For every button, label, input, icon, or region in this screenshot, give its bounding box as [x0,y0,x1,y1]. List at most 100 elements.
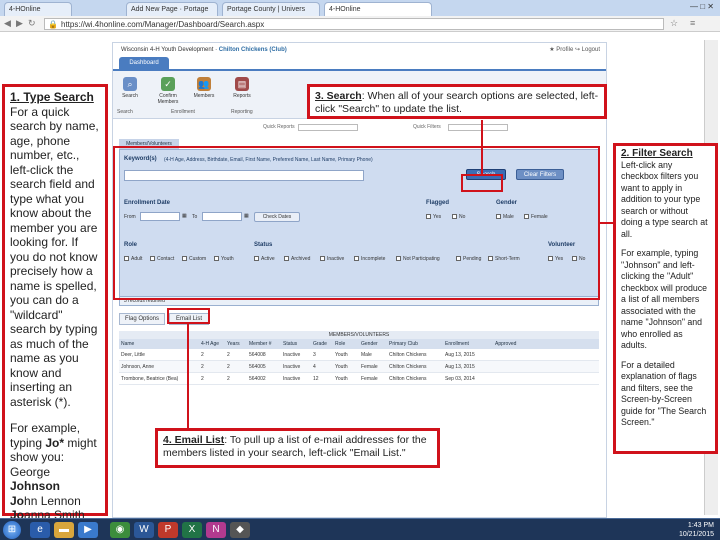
dashboard-tab[interactable]: Dashboard [119,57,169,69]
table-cell: 564008 [249,352,266,358]
chrome-icon[interactable]: ◉ [110,522,130,538]
table-cell: Inactive [283,364,301,370]
table-column-header[interactable]: Grade [311,339,333,349]
window-controls[interactable]: — □ ✕ [684,0,720,14]
table-column-header[interactable]: Role [333,339,359,349]
table-row[interactable]: Deer, Little 2 2 564008 Inactive 3 Youth Male Ch… [119,349,599,361]
confirm-icon: ✓ [161,77,175,91]
table-column-header[interactable]: Status [281,339,311,349]
table-cell: Youth [335,364,348,370]
table-cell: 2 [201,376,204,382]
table-column-header[interactable]: Years [225,339,247,349]
callout-text: For example, typing "Johnson" and left-c… [621,248,708,350]
browser-tab[interactable]: 4-HOnline [4,2,72,16]
example-name: George Johnson [10,464,60,494]
table-cell: Chilton Chickens [389,352,427,358]
callout-text: For a quick search by name, age, phone n… [10,104,99,409]
table-cell [493,349,539,360]
menu-icon[interactable]: ≡ [690,18,695,28]
ribbon-confirm-members-button[interactable]: ✓ Confirm Members [151,77,185,105]
start-button[interactable]: ⊞ [3,521,21,539]
table-cell: Chilton Chickens [389,376,427,382]
table-cell: 2 [227,376,230,382]
clock-time: 1:43 PM [687,522,714,529]
forward-icon[interactable]: ▶ [16,18,23,29]
table-column-header[interactable]: Enrollment [443,339,493,349]
browser-tab-active[interactable]: 4-HOnline [324,2,432,16]
example-wildcard: Jo* [45,435,65,450]
email-callout-arrow [187,324,189,428]
callout-title: 1. Type Search [10,90,94,104]
table-cell: 2 [201,364,204,370]
callout-example: For example, typing Jo* might show you: [10,421,100,465]
ribbon-group-label: Search [117,109,133,115]
members-table: MEMBERS/VOLUNTEERS Name 4-H Age Years Membe… [119,331,599,385]
email-list-highlight-box [167,308,210,324]
powerpoint-icon[interactable]: P [158,522,178,538]
table-cell: Youth [335,376,348,382]
table-cell: Youth [335,352,348,358]
ribbon-reports-button[interactable]: ▤ Reports [227,77,257,99]
onenote-icon[interactable]: N [206,522,226,538]
callout-email-list: 4. Email List: To pull up a list of e-ma… [155,428,440,468]
ribbon-button-label: Confirm Members [157,93,179,105]
word-icon[interactable]: W [134,522,154,538]
callout-title: 2. Filter Search [621,148,693,159]
org-name: Wisconsin 4-H Youth Development [121,47,214,53]
browser-tab[interactable]: Portage County | Univers [222,2,320,16]
excel-icon[interactable]: X [182,522,202,538]
url-text: https://wi.4honline.com/Manager/Dashboar… [61,20,265,29]
table-cell: Female [361,376,378,382]
callout-title: 4. Email List [163,434,225,446]
ie-icon[interactable]: e [30,522,50,538]
table-cell: 3 [313,352,316,358]
flag-options-button[interactable]: Flag Options [119,313,165,325]
url-field[interactable]: 🔒 https://wi.4honline.com/Manager/Dashbo… [44,18,664,30]
address-bar: ◀ ▶ ↻ 🔒 https://wi.4honline.com/Manager/… [0,16,720,32]
table-title: MEMBERS/VOLUNTEERS [119,331,599,339]
ribbon-group-label: Reporting [231,109,253,115]
app-icon[interactable]: ◆ [230,522,250,538]
table-cell [493,373,539,384]
table-row[interactable]: Johnson, Anne 2 2 564005 Inactive 4 Youth Femal… [119,361,599,373]
quick-reports-select[interactable] [298,124,358,131]
club-name: Chilton Chickens (Club) [218,47,287,53]
profile-logout-links[interactable]: ★ Profile ↪ Logout [549,43,600,57]
table-row[interactable]: Trombone, Beatrice (Bea) 2 2 564002 Inactive… [119,373,599,385]
star-icon[interactable]: ☆ [670,18,678,29]
ribbon-search-button[interactable]: ⌕ Search [115,77,145,99]
reload-icon[interactable]: ↻ [28,18,36,29]
table-cell: Inactive [283,376,301,382]
callout-type-search: 1. Type Search For a quick search by nam… [2,84,108,522]
system-clock[interactable]: 1:43 PM 10/21/2015 [679,521,714,539]
reports-icon: ▤ [235,77,249,91]
clock-date: 10/21/2015 [678,531,714,538]
ribbon-button-label: Reports [233,93,251,99]
callout-filter-search: 2. Filter Search Left-click any checkbox… [613,143,718,454]
table-column-header[interactable]: 4-H Age [199,339,225,349]
back-icon[interactable]: ◀ [4,18,11,29]
table-cell: Female [361,364,378,370]
search-highlight-box [461,174,503,192]
media-icon[interactable]: ▶ [78,522,98,538]
table-cell [493,361,539,372]
quick-filters-select[interactable] [448,124,508,131]
browser-tab-bar: 4-HOnline Add New Page · Portage Portage… [0,0,720,16]
table-column-header[interactable]: Gender [359,339,387,349]
table-column-header[interactable]: Primary Club [387,339,443,349]
table-cell: Chilton Chickens [389,364,427,370]
ribbon-group-label: Enrollment [171,109,195,115]
search-callout-arrow [481,120,483,174]
ribbon-members-button[interactable]: 👥 Members [189,77,219,99]
table-column-header[interactable]: Approved [493,339,539,349]
table-cell: 2 [201,352,204,358]
table-column-header[interactable]: Member # [247,339,281,349]
table-cell: Aug 13, 2015 [445,364,475,370]
table-cell: 564002 [249,376,266,382]
folder-icon[interactable]: ▬ [54,522,74,538]
app-header: Wisconsin 4-H Youth Development · Chilto… [113,43,606,57]
members-icon: 👥 [197,77,211,91]
table-cell: 4 [313,364,316,370]
browser-tab[interactable]: Add New Page · Portage [126,2,218,16]
table-cell: Male [361,352,372,358]
